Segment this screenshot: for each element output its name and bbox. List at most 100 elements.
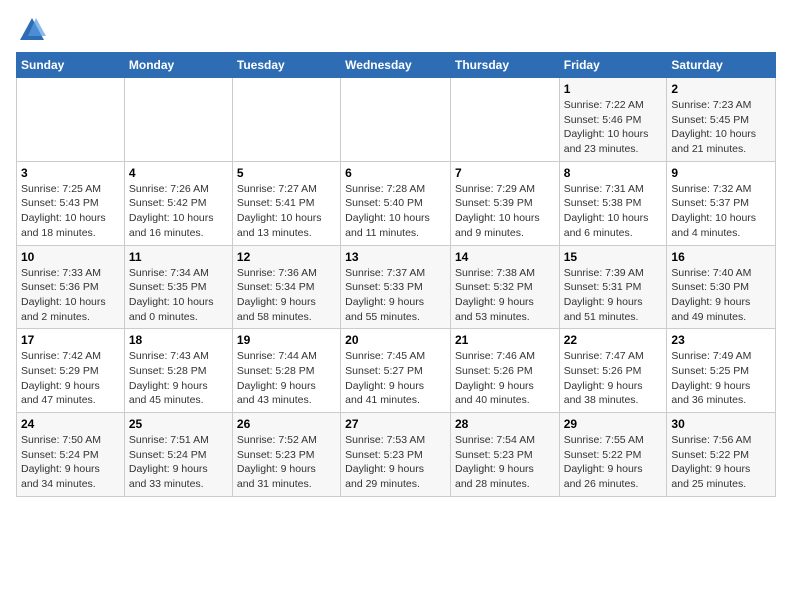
day-info: Sunrise: 7:39 AM Sunset: 5:31 PM Dayligh… xyxy=(564,266,663,325)
day-info: Sunrise: 7:28 AM Sunset: 5:40 PM Dayligh… xyxy=(345,182,446,241)
day-info: Sunrise: 7:46 AM Sunset: 5:26 PM Dayligh… xyxy=(455,349,555,408)
day-number: 24 xyxy=(21,417,120,431)
day-info: Sunrise: 7:49 AM Sunset: 5:25 PM Dayligh… xyxy=(671,349,771,408)
weekday-header: Saturday xyxy=(667,53,776,78)
calendar-week-row: 1 Sunrise: 7:22 AM Sunset: 5:46 PM Daylig… xyxy=(17,78,776,162)
day-info: Sunrise: 7:53 AM Sunset: 5:23 PM Dayligh… xyxy=(345,433,446,492)
calendar-cell: 15 Sunrise: 7:39 AM Sunset: 5:31 PM Dayli… xyxy=(559,245,667,329)
day-info: Sunrise: 7:23 AM Sunset: 5:45 PM Dayligh… xyxy=(671,98,771,157)
day-number: 4 xyxy=(129,166,228,180)
calendar-week-row: 10 Sunrise: 7:33 AM Sunset: 5:36 PM Dayli… xyxy=(17,245,776,329)
day-number: 10 xyxy=(21,250,120,264)
day-info: Sunrise: 7:45 AM Sunset: 5:27 PM Dayligh… xyxy=(345,349,446,408)
day-number: 9 xyxy=(671,166,771,180)
day-number: 22 xyxy=(564,333,663,347)
day-info: Sunrise: 7:22 AM Sunset: 5:46 PM Dayligh… xyxy=(564,98,663,157)
calendar-cell: 9 Sunrise: 7:32 AM Sunset: 5:37 PM Daylig… xyxy=(667,161,776,245)
day-number: 3 xyxy=(21,166,120,180)
weekday-header: Friday xyxy=(559,53,667,78)
day-number: 27 xyxy=(345,417,446,431)
calendar-cell: 25 Sunrise: 7:51 AM Sunset: 5:24 PM Dayli… xyxy=(124,413,232,497)
day-number: 12 xyxy=(237,250,336,264)
calendar-cell: 6 Sunrise: 7:28 AM Sunset: 5:40 PM Daylig… xyxy=(341,161,451,245)
calendar-cell: 12 Sunrise: 7:36 AM Sunset: 5:34 PM Dayli… xyxy=(232,245,340,329)
calendar-week-row: 24 Sunrise: 7:50 AM Sunset: 5:24 PM Dayli… xyxy=(17,413,776,497)
calendar-cell xyxy=(232,78,340,162)
day-number: 18 xyxy=(129,333,228,347)
weekday-header: Wednesday xyxy=(341,53,451,78)
calendar-cell: 28 Sunrise: 7:54 AM Sunset: 5:23 PM Dayli… xyxy=(450,413,559,497)
calendar-week-row: 17 Sunrise: 7:42 AM Sunset: 5:29 PM Dayli… xyxy=(17,329,776,413)
day-info: Sunrise: 7:43 AM Sunset: 5:28 PM Dayligh… xyxy=(129,349,228,408)
calendar-cell: 11Sunrise: 7:34 AM Sunset: 5:35 PM Dayli… xyxy=(124,245,232,329)
calendar-cell xyxy=(17,78,125,162)
day-number: 26 xyxy=(237,417,336,431)
calendar-cell: 13Sunrise: 7:37 AM Sunset: 5:33 PM Dayli… xyxy=(341,245,451,329)
day-number: 15 xyxy=(564,250,663,264)
day-info: Sunrise: 7:50 AM Sunset: 5:24 PM Dayligh… xyxy=(21,433,120,492)
day-number: 1 xyxy=(564,82,663,96)
day-number: 14 xyxy=(455,250,555,264)
weekday-header: Tuesday xyxy=(232,53,340,78)
day-number: 17 xyxy=(21,333,120,347)
day-info: Sunrise: 7:25 AM Sunset: 5:43 PM Dayligh… xyxy=(21,182,120,241)
logo-icon xyxy=(18,16,46,44)
calendar-cell xyxy=(450,78,559,162)
calendar-cell: 26 Sunrise: 7:52 AM Sunset: 5:23 PM Dayli… xyxy=(232,413,340,497)
calendar-cell: 16 Sunrise: 7:40 AM Sunset: 5:30 PM Dayli… xyxy=(667,245,776,329)
day-info: Sunrise: 7:33 AM Sunset: 5:36 PM Dayligh… xyxy=(21,266,120,325)
calendar-cell xyxy=(341,78,451,162)
day-number: 7 xyxy=(455,166,555,180)
day-number: 20 xyxy=(345,333,446,347)
day-number: 8 xyxy=(564,166,663,180)
logo xyxy=(16,16,46,44)
calendar-cell: 18 Sunrise: 7:43 AM Sunset: 5:28 PM Dayli… xyxy=(124,329,232,413)
day-number: 2 xyxy=(671,82,771,96)
calendar-cell: 21 Sunrise: 7:46 AM Sunset: 5:26 PM Dayli… xyxy=(450,329,559,413)
day-number: 30 xyxy=(671,417,771,431)
calendar-table: SundayMondayTuesdayWednesdayThursdayFrid… xyxy=(16,52,776,497)
day-info: Sunrise: 7:56 AM Sunset: 5:22 PM Dayligh… xyxy=(671,433,771,492)
day-info: Sunrise: 7:38 AM Sunset: 5:32 PM Dayligh… xyxy=(455,266,555,325)
calendar-cell: 30 Sunrise: 7:56 AM Sunset: 5:22 PM Dayli… xyxy=(667,413,776,497)
day-number: 29 xyxy=(564,417,663,431)
day-number: 11 xyxy=(129,250,228,264)
calendar-cell: 22Sunrise: 7:47 AM Sunset: 5:26 PM Dayli… xyxy=(559,329,667,413)
calendar-cell: 4 Sunrise: 7:26 AM Sunset: 5:42 PM Daylig… xyxy=(124,161,232,245)
day-number: 23 xyxy=(671,333,771,347)
calendar-cell xyxy=(124,78,232,162)
day-number: 6 xyxy=(345,166,446,180)
weekday-header: Thursday xyxy=(450,53,559,78)
day-info: Sunrise: 7:26 AM Sunset: 5:42 PM Dayligh… xyxy=(129,182,228,241)
day-number: 16 xyxy=(671,250,771,264)
calendar-cell: 3 Sunrise: 7:25 AM Sunset: 5:43 PM Daylig… xyxy=(17,161,125,245)
calendar-cell: 19 Sunrise: 7:44 AM Sunset: 5:28 PM Dayli… xyxy=(232,329,340,413)
day-info: Sunrise: 7:36 AM Sunset: 5:34 PM Dayligh… xyxy=(237,266,336,325)
calendar-cell: 27 Sunrise: 7:53 AM Sunset: 5:23 PM Dayli… xyxy=(341,413,451,497)
calendar-cell: 14 Sunrise: 7:38 AM Sunset: 5:32 PM Dayli… xyxy=(450,245,559,329)
day-info: Sunrise: 7:42 AM Sunset: 5:29 PM Dayligh… xyxy=(21,349,120,408)
calendar-cell: 2 Sunrise: 7:23 AM Sunset: 5:45 PM Daylig… xyxy=(667,78,776,162)
calendar-cell: 23 Sunrise: 7:49 AM Sunset: 5:25 PM Dayli… xyxy=(667,329,776,413)
day-info: Sunrise: 7:51 AM Sunset: 5:24 PM Dayligh… xyxy=(129,433,228,492)
day-info: Sunrise: 7:44 AM Sunset: 5:28 PM Dayligh… xyxy=(237,349,336,408)
calendar-cell: 7 Sunrise: 7:29 AM Sunset: 5:39 PM Daylig… xyxy=(450,161,559,245)
calendar-cell: 17 Sunrise: 7:42 AM Sunset: 5:29 PM Dayli… xyxy=(17,329,125,413)
day-info: Sunrise: 7:27 AM Sunset: 5:41 PM Dayligh… xyxy=(237,182,336,241)
day-info: Sunrise: 7:29 AM Sunset: 5:39 PM Dayligh… xyxy=(455,182,555,241)
page-header xyxy=(16,16,776,44)
day-number: 13 xyxy=(345,250,446,264)
day-info: Sunrise: 7:52 AM Sunset: 5:23 PM Dayligh… xyxy=(237,433,336,492)
weekday-header: Sunday xyxy=(17,53,125,78)
calendar-week-row: 3 Sunrise: 7:25 AM Sunset: 5:43 PM Daylig… xyxy=(17,161,776,245)
day-info: Sunrise: 7:54 AM Sunset: 5:23 PM Dayligh… xyxy=(455,433,555,492)
day-number: 5 xyxy=(237,166,336,180)
day-number: 21 xyxy=(455,333,555,347)
day-number: 28 xyxy=(455,417,555,431)
day-info: Sunrise: 7:32 AM Sunset: 5:37 PM Dayligh… xyxy=(671,182,771,241)
calendar-cell: 8 Sunrise: 7:31 AM Sunset: 5:38 PM Daylig… xyxy=(559,161,667,245)
day-info: Sunrise: 7:31 AM Sunset: 5:38 PM Dayligh… xyxy=(564,182,663,241)
day-number: 25 xyxy=(129,417,228,431)
day-info: Sunrise: 7:40 AM Sunset: 5:30 PM Dayligh… xyxy=(671,266,771,325)
day-number: 19 xyxy=(237,333,336,347)
